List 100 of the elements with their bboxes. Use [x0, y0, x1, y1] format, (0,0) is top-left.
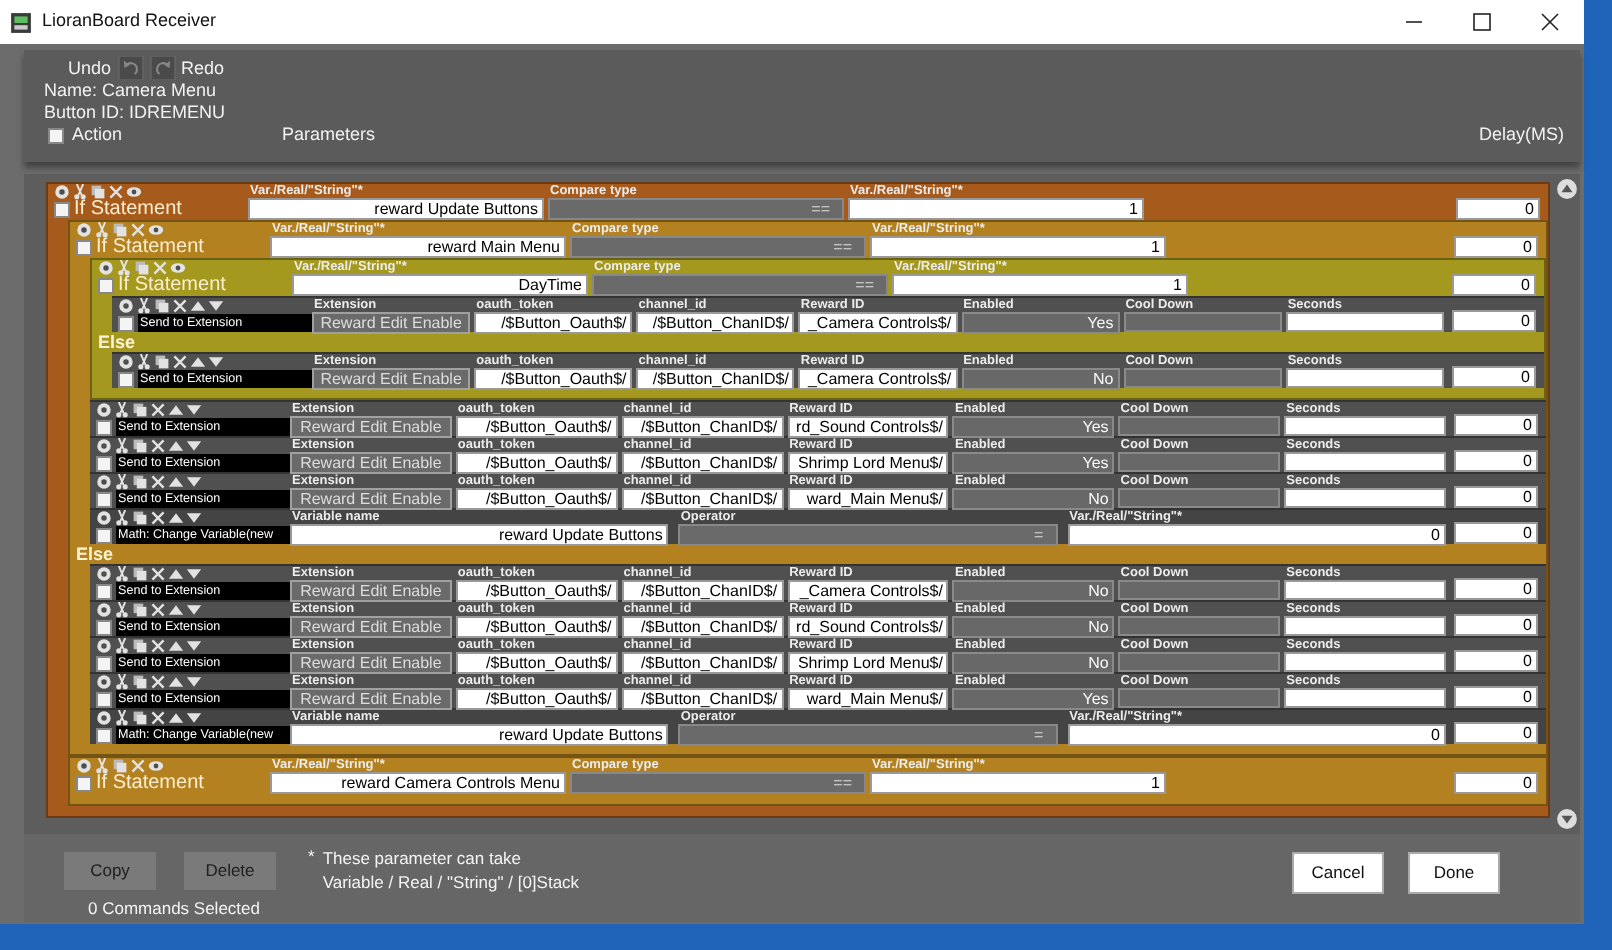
input-field[interactable]: /$Button_ChanID$/: [636, 312, 795, 334]
delay-field[interactable]: 0: [1454, 650, 1538, 672]
extension-button[interactable]: Reward Edit Enable: [290, 688, 452, 710]
down-arrow-icon[interactable]: [186, 638, 202, 654]
input-field[interactable]: [1285, 368, 1444, 388]
delay-field[interactable]: 0: [1452, 366, 1536, 388]
up-arrow-icon[interactable]: [190, 298, 206, 314]
input-field[interactable]: /$Button_Oauth$/: [474, 368, 633, 390]
input-field[interactable]: /$Button_Oauth$/: [455, 488, 618, 510]
delay-field[interactable]: 0: [1454, 772, 1538, 794]
input-field[interactable]: /$Button_Oauth$/: [455, 688, 618, 710]
footer-button[interactable]: Copy: [64, 852, 156, 890]
undo-icon[interactable]: [117, 56, 144, 80]
up-arrow-icon[interactable]: [168, 674, 184, 690]
input-field[interactable]: [1284, 452, 1447, 472]
scroll-up-icon[interactable]: [1555, 178, 1577, 200]
input-field[interactable]: [1285, 312, 1444, 332]
input-field[interactable]: /$Button_Oauth$/: [455, 416, 618, 438]
input-field[interactable]: /$Button_Oauth$/: [474, 312, 633, 334]
checkbox[interactable]: [96, 691, 112, 707]
copy-icon[interactable]: [90, 184, 106, 200]
close-icon[interactable]: [1540, 12, 1560, 32]
down-arrow-icon[interactable]: [186, 710, 202, 726]
copy-icon[interactable]: [132, 474, 148, 490]
copy-icon[interactable]: [132, 710, 148, 726]
input-field[interactable]: /$Button_ChanID$/: [636, 368, 795, 390]
gear-icon[interactable]: [96, 638, 112, 654]
up-arrow-icon[interactable]: [168, 602, 184, 618]
gear-icon[interactable]: [96, 710, 112, 726]
checkbox[interactable]: [96, 619, 112, 635]
scissors-icon[interactable]: [114, 602, 130, 618]
input-field[interactable]: _Camera Controls$/: [798, 312, 958, 334]
scroll-down-icon[interactable]: [1555, 808, 1577, 830]
up-arrow-icon[interactable]: [168, 710, 184, 726]
up-arrow-icon[interactable]: [168, 474, 184, 490]
copy-icon[interactable]: [132, 602, 148, 618]
delay-field[interactable]: 0: [1456, 198, 1540, 220]
eye-icon[interactable]: [170, 260, 186, 276]
input-field[interactable]: /$Button_ChanID$/: [621, 452, 784, 474]
input-field[interactable]: 1: [870, 772, 1166, 794]
delay-field[interactable]: 0: [1454, 578, 1538, 600]
scissors-icon[interactable]: [114, 438, 130, 454]
checkbox[interactable]: [96, 491, 112, 507]
input-field[interactable]: [1284, 488, 1447, 508]
checkbox[interactable]: [96, 527, 112, 543]
delay-field[interactable]: 0: [1454, 236, 1538, 258]
dropdown[interactable]: =: [678, 724, 1058, 746]
checkbox[interactable]: [76, 776, 92, 792]
scissors-icon[interactable]: [114, 710, 130, 726]
input-field[interactable]: reward Update Buttons: [290, 524, 669, 546]
input-field[interactable]: reward Update Buttons: [290, 724, 669, 746]
redo-icon[interactable]: [149, 56, 176, 80]
down-arrow-icon[interactable]: [208, 354, 224, 370]
input-field[interactable]: ward_Main Menu$/: [787, 488, 949, 510]
extension-button[interactable]: Reward Edit Enable: [290, 652, 452, 674]
input-field[interactable]: rd_Sound Controls$/: [787, 416, 949, 438]
copy-icon[interactable]: [132, 566, 148, 582]
input-field[interactable]: /$Button_Oauth$/: [455, 616, 618, 638]
footer-button[interactable]: Delete: [184, 852, 276, 890]
gear-icon[interactable]: [96, 602, 112, 618]
scissors-icon[interactable]: [136, 298, 152, 314]
delay-field[interactable]: 0: [1454, 722, 1538, 744]
copy-icon[interactable]: [154, 354, 170, 370]
checkbox[interactable]: [96, 655, 112, 671]
gear-icon[interactable]: [96, 566, 112, 582]
up-arrow-icon[interactable]: [168, 638, 184, 654]
input-field[interactable]: _Camera Controls$/: [787, 580, 949, 602]
scissors-icon[interactable]: [114, 566, 130, 582]
gear-icon[interactable]: [96, 474, 112, 490]
down-arrow-icon[interactable]: [186, 566, 202, 582]
input-field[interactable]: reward Main Menu: [270, 236, 566, 258]
input-field[interactable]: /$Button_ChanID$/: [621, 488, 784, 510]
eye-icon[interactable]: [148, 758, 164, 774]
down-arrow-icon[interactable]: [208, 298, 224, 314]
dropdown[interactable]: ==: [548, 198, 844, 220]
input-field[interactable]: [1284, 580, 1447, 600]
copy-icon[interactable]: [154, 298, 170, 314]
scissors-icon[interactable]: [114, 402, 130, 418]
input-field[interactable]: rd_Sound Controls$/: [787, 616, 949, 638]
down-arrow-icon[interactable]: [186, 510, 202, 526]
extension-button[interactable]: Reward Edit Enable: [290, 616, 452, 638]
delay-field[interactable]: 0: [1452, 310, 1536, 332]
gear-icon[interactable]: [54, 184, 70, 200]
copy-icon[interactable]: [132, 438, 148, 454]
gear-icon[interactable]: [96, 402, 112, 418]
input-field[interactable]: [1284, 652, 1447, 672]
input-field[interactable]: 0: [1067, 724, 1446, 746]
dialog-button[interactable]: Cancel: [1292, 852, 1384, 894]
input-field[interactable]: /$Button_Oauth$/: [455, 652, 618, 674]
gear-icon[interactable]: [76, 758, 92, 774]
delay-field[interactable]: 0: [1454, 614, 1538, 636]
dropdown[interactable]: ==: [592, 274, 888, 296]
down-arrow-icon[interactable]: [186, 402, 202, 418]
extension-button[interactable]: Reward Edit Enable: [290, 580, 452, 602]
undo-label[interactable]: Undo: [68, 57, 112, 79]
gear-icon[interactable]: [76, 222, 92, 238]
delay-field[interactable]: 0: [1454, 414, 1538, 436]
checkbox[interactable]: [118, 315, 134, 331]
input-field[interactable]: /$Button_ChanID$/: [621, 652, 784, 674]
copy-icon[interactable]: [132, 510, 148, 526]
